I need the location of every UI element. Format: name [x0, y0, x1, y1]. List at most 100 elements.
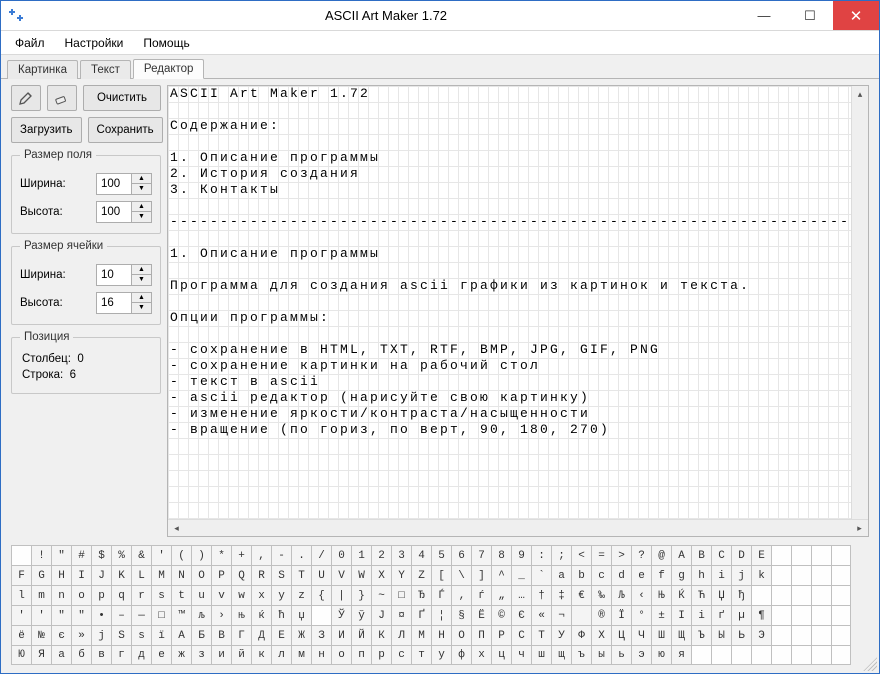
char-key[interactable]: Ѕ	[111, 625, 131, 645]
char-key[interactable]: ѕ	[131, 625, 151, 645]
spin-up-icon[interactable]: ▲	[132, 174, 151, 184]
char-key[interactable]: '	[31, 605, 51, 625]
char-key[interactable]: {	[311, 585, 331, 605]
char-key[interactable]: f	[651, 565, 671, 585]
char-key[interactable]: 1	[351, 545, 371, 565]
char-key[interactable]: п	[351, 645, 371, 665]
char-key[interactable]: Џ	[711, 585, 731, 605]
char-key[interactable]: ђ	[731, 585, 751, 605]
field-width-spinner[interactable]: ▲▼	[96, 173, 152, 195]
char-key[interactable]: љ	[191, 605, 211, 625]
char-key[interactable]: С	[511, 625, 531, 645]
char-key[interactable]: €	[571, 585, 591, 605]
char-key[interactable]: -	[271, 545, 291, 565]
char-key[interactable]: Й	[351, 625, 371, 645]
spin-down-icon[interactable]: ▼	[132, 212, 151, 222]
char-key[interactable]: Љ	[611, 585, 631, 605]
vertical-scrollbar[interactable]: ▴	[851, 86, 868, 536]
char-key[interactable]: >	[611, 545, 631, 565]
char-key[interactable]: И	[331, 625, 351, 645]
char-key[interactable]: ©	[491, 605, 511, 625]
char-key[interactable]: K	[111, 565, 131, 585]
char-key[interactable]: "	[71, 605, 91, 625]
eraser-tool[interactable]	[47, 85, 77, 111]
tab-text[interactable]: Текст	[80, 60, 131, 79]
char-key[interactable]: –	[111, 605, 131, 625]
char-key[interactable]: _	[511, 565, 531, 585]
char-key[interactable]: Х	[591, 625, 611, 645]
char-key[interactable]: :	[531, 545, 551, 565]
char-key[interactable]: ;	[551, 545, 571, 565]
char-key[interactable]: 9	[511, 545, 531, 565]
char-key[interactable]: Т	[531, 625, 551, 645]
char-key[interactable]: Ф	[571, 625, 591, 645]
char-key[interactable]: (	[171, 545, 191, 565]
char-key[interactable]: Ь	[731, 625, 751, 645]
field-height-input[interactable]	[97, 202, 131, 222]
close-button[interactable]: ✕	[833, 1, 879, 30]
ascii-editor[interactable]: ASCII Art Maker 1.72 Содержание: 1. Опис…	[167, 85, 869, 537]
char-key[interactable]: c	[591, 565, 611, 585]
char-key[interactable]: Y	[391, 565, 411, 585]
char-key[interactable]: 0	[331, 545, 351, 565]
char-key[interactable]: А	[171, 625, 191, 645]
spin-up-icon[interactable]: ▲	[132, 293, 151, 303]
char-key[interactable]: ~	[371, 585, 391, 605]
char-key[interactable]: щ	[551, 645, 571, 665]
char-key[interactable]: џ	[291, 605, 311, 625]
char-key[interactable]: G	[31, 565, 51, 585]
scroll-left-icon[interactable]: ◂	[168, 520, 185, 536]
char-key[interactable]: …	[511, 585, 531, 605]
char-key[interactable]: p	[91, 585, 111, 605]
char-key[interactable]: ы	[591, 645, 611, 665]
char-key[interactable]: Ж	[291, 625, 311, 645]
menu-file[interactable]: Файл	[7, 34, 53, 52]
char-key[interactable]: Њ	[651, 585, 671, 605]
char-key[interactable]: ¶	[751, 605, 771, 625]
char-key[interactable]: ф	[451, 645, 471, 665]
char-key[interactable]: Н	[431, 625, 451, 645]
char-key[interactable]: Я	[31, 645, 51, 665]
char-key[interactable]: ¤	[391, 605, 411, 625]
char-key[interactable]: ч	[511, 645, 531, 665]
char-key[interactable]: ®	[591, 605, 611, 625]
char-key[interactable]: q	[111, 585, 131, 605]
maximize-button[interactable]: ☐	[787, 1, 833, 30]
char-key[interactable]: Ѓ	[431, 585, 451, 605]
char-key[interactable]: V	[331, 565, 351, 585]
char-key[interactable]: ^	[491, 565, 511, 585]
char-key[interactable]: ‡	[551, 585, 571, 605]
char-key[interactable]: 7	[471, 545, 491, 565]
char-key[interactable]: Ј	[371, 605, 391, 625]
char-key[interactable]: "	[51, 605, 71, 625]
char-key[interactable]: 4	[411, 545, 431, 565]
char-key[interactable]: в	[91, 645, 111, 665]
char-key[interactable]: ъ	[571, 645, 591, 665]
char-key[interactable]: Ќ	[671, 585, 691, 605]
char-key[interactable]: w	[231, 585, 251, 605]
char-key[interactable]: і	[691, 605, 711, 625]
char-key[interactable]: б	[71, 645, 91, 665]
cell-width-input[interactable]	[97, 265, 131, 285]
char-key[interactable]: .	[291, 545, 311, 565]
char-key[interactable]: B	[691, 545, 711, 565]
menu-help[interactable]: Помощь	[135, 34, 197, 52]
char-key[interactable]: R	[251, 565, 271, 585]
char-key[interactable]: 8	[491, 545, 511, 565]
spin-up-icon[interactable]: ▲	[132, 202, 151, 212]
char-key[interactable]: m	[31, 585, 51, 605]
char-key[interactable]: «	[531, 605, 551, 625]
char-key[interactable]: T	[291, 565, 311, 585]
char-key[interactable]: й	[231, 645, 251, 665]
char-key[interactable]: Г	[231, 625, 251, 645]
char-key[interactable]: <	[571, 545, 591, 565]
char-key[interactable]: `	[531, 565, 551, 585]
char-key[interactable]: d	[611, 565, 631, 585]
char-key[interactable]: @	[651, 545, 671, 565]
char-key[interactable]: Ц	[611, 625, 631, 645]
char-key[interactable]: ґ	[711, 605, 731, 625]
char-key[interactable]: Л	[391, 625, 411, 645]
char-key[interactable]: —	[131, 605, 151, 625]
char-key[interactable]: П	[471, 625, 491, 645]
char-key[interactable]: z	[291, 585, 311, 605]
